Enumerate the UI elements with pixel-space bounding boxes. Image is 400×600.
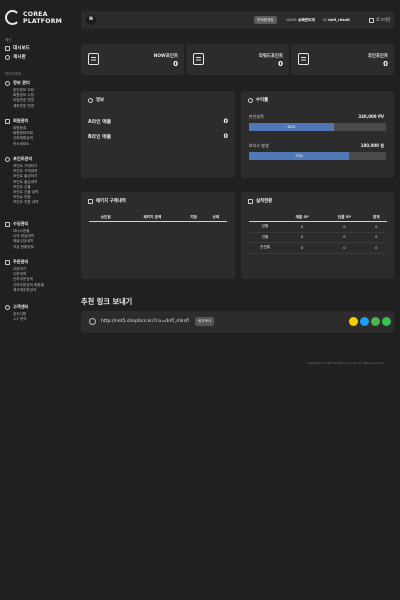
sidebar-link[interactable]: 직급 현황정보: [13, 245, 34, 250]
sidebar-link[interactable]: 포인트 출금내역: [13, 180, 38, 185]
sidebar-section-support[interactable]: 고객센터: [5, 304, 28, 310]
sidebar-link[interactable]: 계좌번호 변경: [13, 104, 34, 109]
sidebar-item-board[interactable]: 게시판: [5, 54, 26, 60]
bonus-bar: 73%: [249, 152, 386, 160]
sidebar-section-orders[interactable]: 주문관리: [5, 259, 28, 265]
revenue-panel: 수익률 본인실적 330,000 PV 62% 보너스 발생 180,000 원…: [241, 91, 394, 178]
referral-title: 추천 링크 보내기: [81, 297, 133, 306]
package-col-amount: 패키지 금액: [122, 213, 183, 222]
table-row: 당월 0 0 0: [249, 221, 387, 233]
line-share-icon[interactable]: [382, 317, 391, 326]
referral-box: http://net5.shoptics.kr/?cu=dnfl_rhksfl …: [81, 311, 394, 333]
account-type-badge: 판매원계정: [254, 16, 277, 24]
info-panel: 정보 A라인 매출 0 B라인 매출 0: [81, 91, 235, 178]
home-icon: [5, 45, 10, 51]
sidebar-sub-bonus: 보너스현황 나의 현금내역 매출수당내역 직급 현황정보: [13, 229, 34, 250]
users-icon: [5, 118, 10, 124]
kakao-share-icon[interactable]: [349, 317, 358, 326]
sidebar-sub-members: 회원등록 회원정보조회 산하회원검색 박스계보도: [13, 126, 33, 147]
twitter-share-icon[interactable]: [360, 317, 369, 326]
wallet-icon: [5, 221, 10, 227]
sidebar-link[interactable]: 매출수당내역: [13, 239, 34, 244]
sidebar-item-dashboard[interactable]: 대시보드: [5, 45, 30, 51]
sidebar-link[interactable]: 비밀번호 변경: [13, 98, 34, 103]
brand-line2: PLATFORM: [23, 18, 63, 25]
sidebar-section-members[interactable]: 회원관리: [5, 118, 28, 124]
avatar[interactable]: N: [86, 15, 96, 25]
user-icon: [5, 54, 10, 60]
sidebar-link[interactable]: 1:1 문의: [13, 317, 27, 322]
cart-icon: [5, 259, 10, 265]
list-icon: [193, 53, 204, 65]
coin-icon: [5, 156, 10, 162]
sidebar-section-bonus[interactable]: 수당관리: [5, 221, 28, 227]
sidebar-link[interactable]: 산하회원검색: [13, 136, 33, 141]
package-panel: 패키지 구매내역 승인일 패키지 금액 지점 상태: [81, 192, 235, 279]
performance-table: 매출 SP 반품 SP 합계 당월 0 0 0 전월 0 0 0 전전월 0 0: [249, 213, 387, 254]
perf-col-sales: 매출 SP: [281, 213, 324, 222]
list-icon: [298, 53, 309, 65]
package-col-branch: 지점: [182, 213, 205, 222]
package-icon: [88, 198, 93, 204]
referral-url[interactable]: http://net5.shoptics.kr/?cu=dnfl_rhksfl: [101, 319, 189, 324]
own-performance-bar: 62%: [249, 123, 386, 131]
perf-col-total: 합계: [365, 213, 387, 222]
point-card-reward: 리워드포인트 0: [186, 44, 289, 75]
own-performance-value: 330,000 PV: [358, 114, 384, 119]
sidebar-link[interactable]: 포인트 전환 내역: [13, 200, 38, 205]
logout-icon: [369, 17, 374, 23]
sidebar-sub-orders: 주문하기 주문내역 산하주문검색 산하주문검색 회원별 재고매주문검색: [13, 267, 44, 293]
gear-icon: [5, 80, 10, 86]
package-col-status: 상태: [204, 213, 227, 222]
info-title: 정보: [96, 98, 105, 103]
package-table: 승인일 패키지 금액 지점 상태: [89, 213, 227, 222]
table-row: 전전월 0 0 0: [249, 242, 387, 254]
b-line-sales: B라인 매출 0: [88, 132, 228, 140]
logout-button[interactable]: 로그아웃: [369, 16, 391, 24]
user-icon: [88, 97, 93, 103]
bonus-value: 180,000 원: [360, 143, 384, 148]
top-bar: N 판매원계정 NAME 승폐관리재 ID dnfl_rhksfl 로그아웃: [81, 11, 394, 29]
sidebar-group-myreport: 마이리포트: [5, 72, 22, 76]
sidebar-link[interactable]: 포인트 출금하기: [13, 174, 38, 179]
brand-line1: COREA: [23, 11, 48, 18]
sidebar-sub-info: 본인정보 조회 회원정보 수정 비밀번호 변경 계좌번호 변경: [13, 88, 34, 109]
sidebar-section-points[interactable]: 포인트관리: [5, 156, 32, 162]
perf-col-return: 반품 SP: [323, 213, 366, 222]
link-icon: [89, 318, 96, 325]
sidebar: COREA PLATFORM 메인 대시보드 게시판 마이리포트 정보 관리 본…: [0, 0, 74, 600]
sidebar-section-info[interactable]: 정보 관리: [5, 80, 30, 86]
perf-col-blank: [249, 213, 282, 222]
sidebar-group-main: 메인: [5, 38, 12, 42]
point-card-now: NOW포인트 0: [81, 44, 184, 75]
package-col-date: 승인일: [89, 213, 123, 222]
chart-icon: [248, 198, 253, 204]
user-icon: [248, 97, 253, 103]
a-line-sales: A라인 매출 0: [88, 117, 228, 125]
user-name: NAME 승폐관리재: [286, 18, 315, 22]
sidebar-link[interactable]: 재고매주문검색: [13, 288, 44, 293]
performance-panel: 실적현황 매출 SP 반품 SP 합계 당월 0 0 0 전월 0 0 0 전전…: [241, 192, 394, 279]
revenue-title: 수익률: [256, 98, 269, 103]
headset-icon: [5, 304, 10, 310]
copy-link-button[interactable]: 링크복사: [195, 317, 215, 326]
package-title: 패키지 구매내역: [96, 199, 126, 204]
brand-logo[interactable]: COREA PLATFORM: [5, 10, 65, 26]
list-icon: [88, 53, 99, 65]
sidebar-sub-support: 공지사항 1:1 문의: [13, 312, 27, 322]
footer-copyright: Copyright (C) NET Shoptics Co.,Ltd. All …: [307, 361, 384, 365]
sidebar-link[interactable]: 박스계보도: [13, 142, 33, 147]
own-performance-fill: 62%: [249, 123, 334, 131]
bonus-fill: 73%: [249, 152, 349, 160]
band-share-icon[interactable]: [371, 317, 380, 326]
point-card-coin: 코인포인트 0: [291, 44, 394, 75]
sidebar-sub-points: 포인트 구매하기 포인트 구매내역 포인트 출금하기 포인트 출금내역 포인트 …: [13, 164, 38, 206]
logo-mark-icon: [5, 10, 20, 25]
performance-title: 실적현황: [256, 199, 273, 204]
table-row: 전월 0 0 0: [249, 232, 387, 244]
sidebar-link[interactable]: 산하주문검색 회원별: [13, 283, 44, 288]
own-performance-label: 본인실적: [249, 114, 264, 119]
user-id: ID dnfl_rhksfl: [323, 18, 350, 22]
bonus-label: 보너스 발생: [249, 143, 269, 148]
